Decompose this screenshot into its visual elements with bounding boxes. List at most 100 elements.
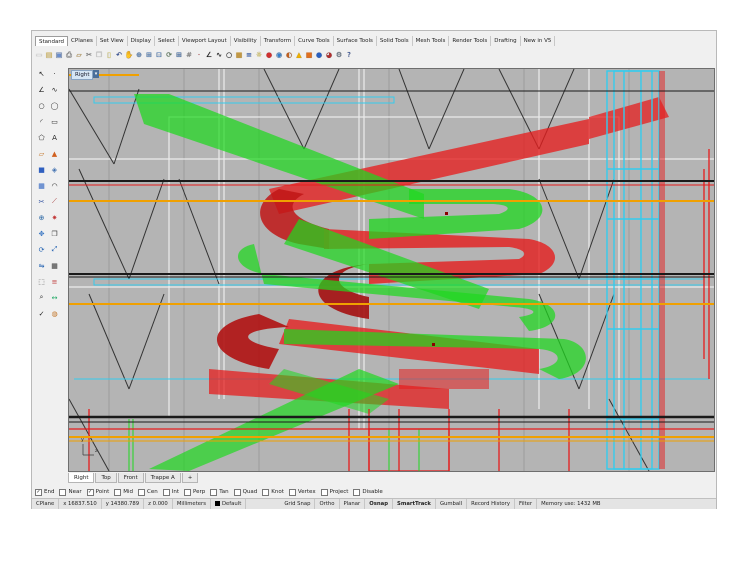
- tab-viewport-layout[interactable]: Viewport Layout: [179, 36, 231, 46]
- arc-icon[interactable]: ◜: [37, 117, 46, 126]
- copy-icon[interactable]: ❐: [50, 229, 59, 238]
- render-icon[interactable]: ●: [265, 50, 273, 60]
- scale-icon[interactable]: ⤢: [50, 245, 59, 254]
- viewport-tab-right[interactable]: Right: [68, 473, 95, 483]
- tab-set-view[interactable]: Set View: [97, 36, 128, 46]
- print-icon[interactable]: ⎙: [65, 50, 73, 60]
- osnap-project[interactable]: Project: [320, 488, 348, 496]
- polyline-icon[interactable]: ∠: [205, 50, 213, 60]
- select-icon[interactable]: ↖: [37, 69, 46, 78]
- osnap-checkbox[interactable]: [288, 488, 296, 496]
- status-gumball[interactable]: Gumball: [436, 499, 468, 509]
- ellipse-icon[interactable]: ◯: [50, 101, 59, 110]
- osnap-checkbox[interactable]: [114, 488, 122, 496]
- import-icon[interactable]: ▱: [75, 50, 83, 60]
- osnap-checkbox[interactable]: [59, 488, 67, 496]
- status-units[interactable]: Millimeters: [173, 499, 211, 509]
- help-icon[interactable]: ?: [345, 50, 353, 60]
- osnap-near[interactable]: Near: [59, 488, 82, 496]
- osnap-checkbox[interactable]: ✓: [86, 488, 94, 496]
- viewport-tab-front[interactable]: Front: [117, 473, 144, 483]
- tab-solid-tools[interactable]: Solid Tools: [377, 36, 413, 46]
- osnap-tan[interactable]: Tan: [210, 488, 229, 496]
- grid-icon[interactable]: #: [185, 50, 193, 60]
- osnap-checkbox[interactable]: [138, 488, 146, 496]
- zoom-extents-icon[interactable]: ⊞: [145, 50, 153, 60]
- polyline-icon[interactable]: ∠: [37, 85, 46, 94]
- viewport-4-icon[interactable]: ⊞: [175, 50, 183, 60]
- viewport-tab-trappe-a[interactable]: Trappe A: [144, 473, 181, 483]
- zoom-selected-icon[interactable]: ⊡: [155, 50, 163, 60]
- tab-curve-tools[interactable]: Curve Tools: [295, 36, 334, 46]
- osnap-end[interactable]: ✓ End: [35, 488, 54, 496]
- options-icon[interactable]: ⚙: [335, 50, 343, 60]
- status-grid-snap[interactable]: Grid Snap: [280, 499, 316, 509]
- viewport-title[interactable]: Right: [71, 70, 94, 80]
- status-smarttrack[interactable]: SmartTrack: [393, 499, 436, 509]
- point-icon[interactable]: ·: [50, 69, 59, 78]
- open-icon[interactable]: ▤: [45, 50, 53, 60]
- paste-icon[interactable]: ▯: [105, 50, 113, 60]
- cut-icon[interactable]: ✂: [85, 50, 93, 60]
- status-cplane[interactable]: CPlane: [32, 499, 60, 509]
- tab-mesh-tools[interactable]: Mesh Tools: [413, 36, 450, 46]
- render-icon[interactable]: ◍: [50, 309, 59, 318]
- solid-box-icon[interactable]: ■: [37, 165, 46, 174]
- analyze-icon[interactable]: ⌕: [37, 293, 46, 302]
- osnap-checkbox[interactable]: [184, 488, 191, 496]
- osnap-checkbox[interactable]: [162, 488, 170, 496]
- sphere-icon[interactable]: ●: [315, 50, 323, 60]
- split-icon[interactable]: ⟋: [50, 197, 59, 206]
- layer-icon[interactable]: ≡: [50, 277, 59, 286]
- mirror-icon[interactable]: ⇋: [37, 261, 46, 270]
- osnap-checkbox[interactable]: [353, 488, 361, 496]
- check-icon[interactable]: ✓: [37, 309, 46, 318]
- osnap-point[interactable]: ✓ Point: [86, 488, 109, 496]
- osnap-checkbox[interactable]: [320, 488, 328, 496]
- status-osnap[interactable]: Osnap: [365, 499, 393, 509]
- osnap-checkbox[interactable]: [262, 488, 270, 496]
- tab-drafting[interactable]: Drafting: [491, 36, 521, 46]
- tab-surface-tools[interactable]: Surface Tools: [334, 36, 377, 46]
- properties-icon[interactable]: ▦: [235, 50, 243, 60]
- status-record-history[interactable]: Record History: [467, 499, 515, 509]
- tab-cplanes[interactable]: CPlanes: [68, 36, 97, 46]
- osnap-quad[interactable]: Quad: [233, 488, 257, 496]
- circle-icon[interactable]: ○: [37, 101, 46, 110]
- array-icon[interactable]: ▦: [50, 261, 59, 270]
- copy-icon[interactable]: ❐: [95, 50, 103, 60]
- material-icon[interactable]: ◐: [285, 50, 293, 60]
- dimension-icon[interactable]: ↔: [50, 293, 59, 302]
- tab-new-in-v5[interactable]: New in V5: [521, 36, 556, 46]
- save-icon[interactable]: ▣: [55, 50, 63, 60]
- light-icon[interactable]: ☼: [255, 50, 263, 60]
- boolean-icon[interactable]: ◈: [50, 165, 59, 174]
- tab-transform[interactable]: Transform: [261, 36, 296, 46]
- move-icon[interactable]: ✥: [37, 229, 46, 238]
- viewport-tab-top[interactable]: Top: [95, 473, 117, 483]
- point-icon[interactable]: ·: [195, 50, 203, 60]
- viewport-right[interactable]: Right ▾ z y: [68, 68, 715, 472]
- fillet-icon[interactable]: ◠: [50, 181, 59, 190]
- osnap-checkbox[interactable]: ✓: [35, 488, 42, 496]
- join-icon[interactable]: ⊕: [37, 213, 46, 222]
- rotate-icon[interactable]: ⟳: [37, 245, 46, 254]
- viewport-menu-icon[interactable]: ▾: [93, 70, 99, 78]
- undo-icon[interactable]: ↶: [115, 50, 123, 60]
- zoom-window-icon[interactable]: ⊕: [135, 50, 143, 60]
- status-planar[interactable]: Planar: [340, 499, 366, 509]
- trim-icon[interactable]: ✂: [37, 197, 46, 206]
- mesh-icon[interactable]: ▦: [37, 181, 46, 190]
- osnap-checkbox[interactable]: [233, 488, 241, 496]
- status-filter[interactable]: Filter: [515, 499, 538, 509]
- tab-standard[interactable]: Standard: [35, 36, 69, 46]
- text-icon[interactable]: A: [50, 133, 59, 142]
- tab-visibility[interactable]: Visibility: [231, 36, 261, 46]
- osnap-vertex[interactable]: Vertex: [288, 488, 316, 496]
- osnap-int[interactable]: Int: [162, 488, 179, 496]
- tab-display[interactable]: Display: [128, 36, 155, 46]
- tab-render-tools[interactable]: Render Tools: [449, 36, 492, 46]
- osnap-checkbox[interactable]: [210, 488, 218, 496]
- layer-icon[interactable]: ≡: [245, 50, 253, 60]
- osnap-disable[interactable]: Disable: [353, 488, 383, 496]
